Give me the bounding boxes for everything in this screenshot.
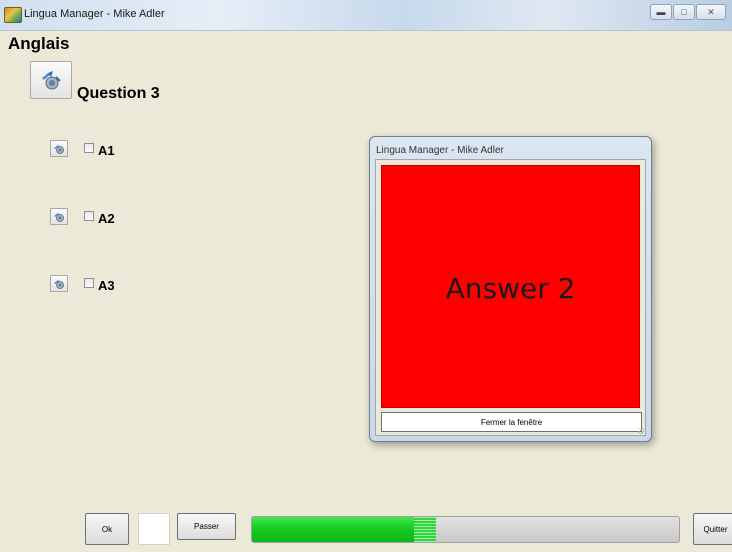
- answer-a1-checkbox[interactable]: [84, 143, 94, 153]
- speaker-icon: [42, 71, 61, 90]
- question-title: Question 3: [77, 85, 160, 102]
- popup-content: Answer 2 Fermer la fenêtre: [375, 159, 646, 436]
- quit-button[interactable]: Quitter: [693, 513, 732, 545]
- answer-popup-window: Lingua Manager - Mike Adler Answer 2 Fer…: [369, 136, 652, 442]
- title-bar: Lingua Manager - Mike Adler ▬ □ ✕: [0, 0, 732, 31]
- ok-button[interactable]: Ok: [85, 513, 129, 545]
- popup-title: Lingua Manager - Mike Adler: [376, 145, 504, 156]
- play-answer-a1-button[interactable]: [50, 140, 68, 157]
- resize-grip[interactable]: [638, 428, 644, 434]
- language-title: Anglais: [8, 34, 70, 53]
- answer-display-text: Answer 2: [445, 272, 576, 305]
- speaker-icon: [54, 279, 64, 289]
- answer-a3-label: A3: [98, 278, 115, 293]
- skip-button[interactable]: Passer: [177, 513, 236, 540]
- play-answer-a2-button[interactable]: [50, 208, 68, 225]
- app-icon: [4, 7, 22, 23]
- speaker-icon: [54, 212, 64, 222]
- maximize-button[interactable]: □: [673, 4, 695, 20]
- answer-a2-checkbox[interactable]: [84, 211, 94, 221]
- window-controls: ▬ □ ✕: [650, 4, 726, 20]
- answer-a1-label: A1: [98, 143, 115, 158]
- speaker-icon: [54, 144, 64, 154]
- window-title: Lingua Manager - Mike Adler: [24, 8, 165, 20]
- play-answer-a3-button[interactable]: [50, 275, 68, 292]
- progress-bar: [251, 516, 680, 543]
- answer-display-panel: Answer 2: [381, 165, 640, 408]
- answer-a3-checkbox[interactable]: [84, 278, 94, 288]
- play-question-button[interactable]: [30, 61, 72, 99]
- answer-a2-label: A2: [98, 211, 115, 226]
- close-button[interactable]: ✕: [696, 4, 726, 20]
- minimize-button[interactable]: ▬: [650, 4, 672, 20]
- close-window-button[interactable]: Fermer la fenêtre: [381, 412, 642, 432]
- progress-bar-fill: [252, 517, 436, 542]
- blank-indicator: [138, 513, 170, 545]
